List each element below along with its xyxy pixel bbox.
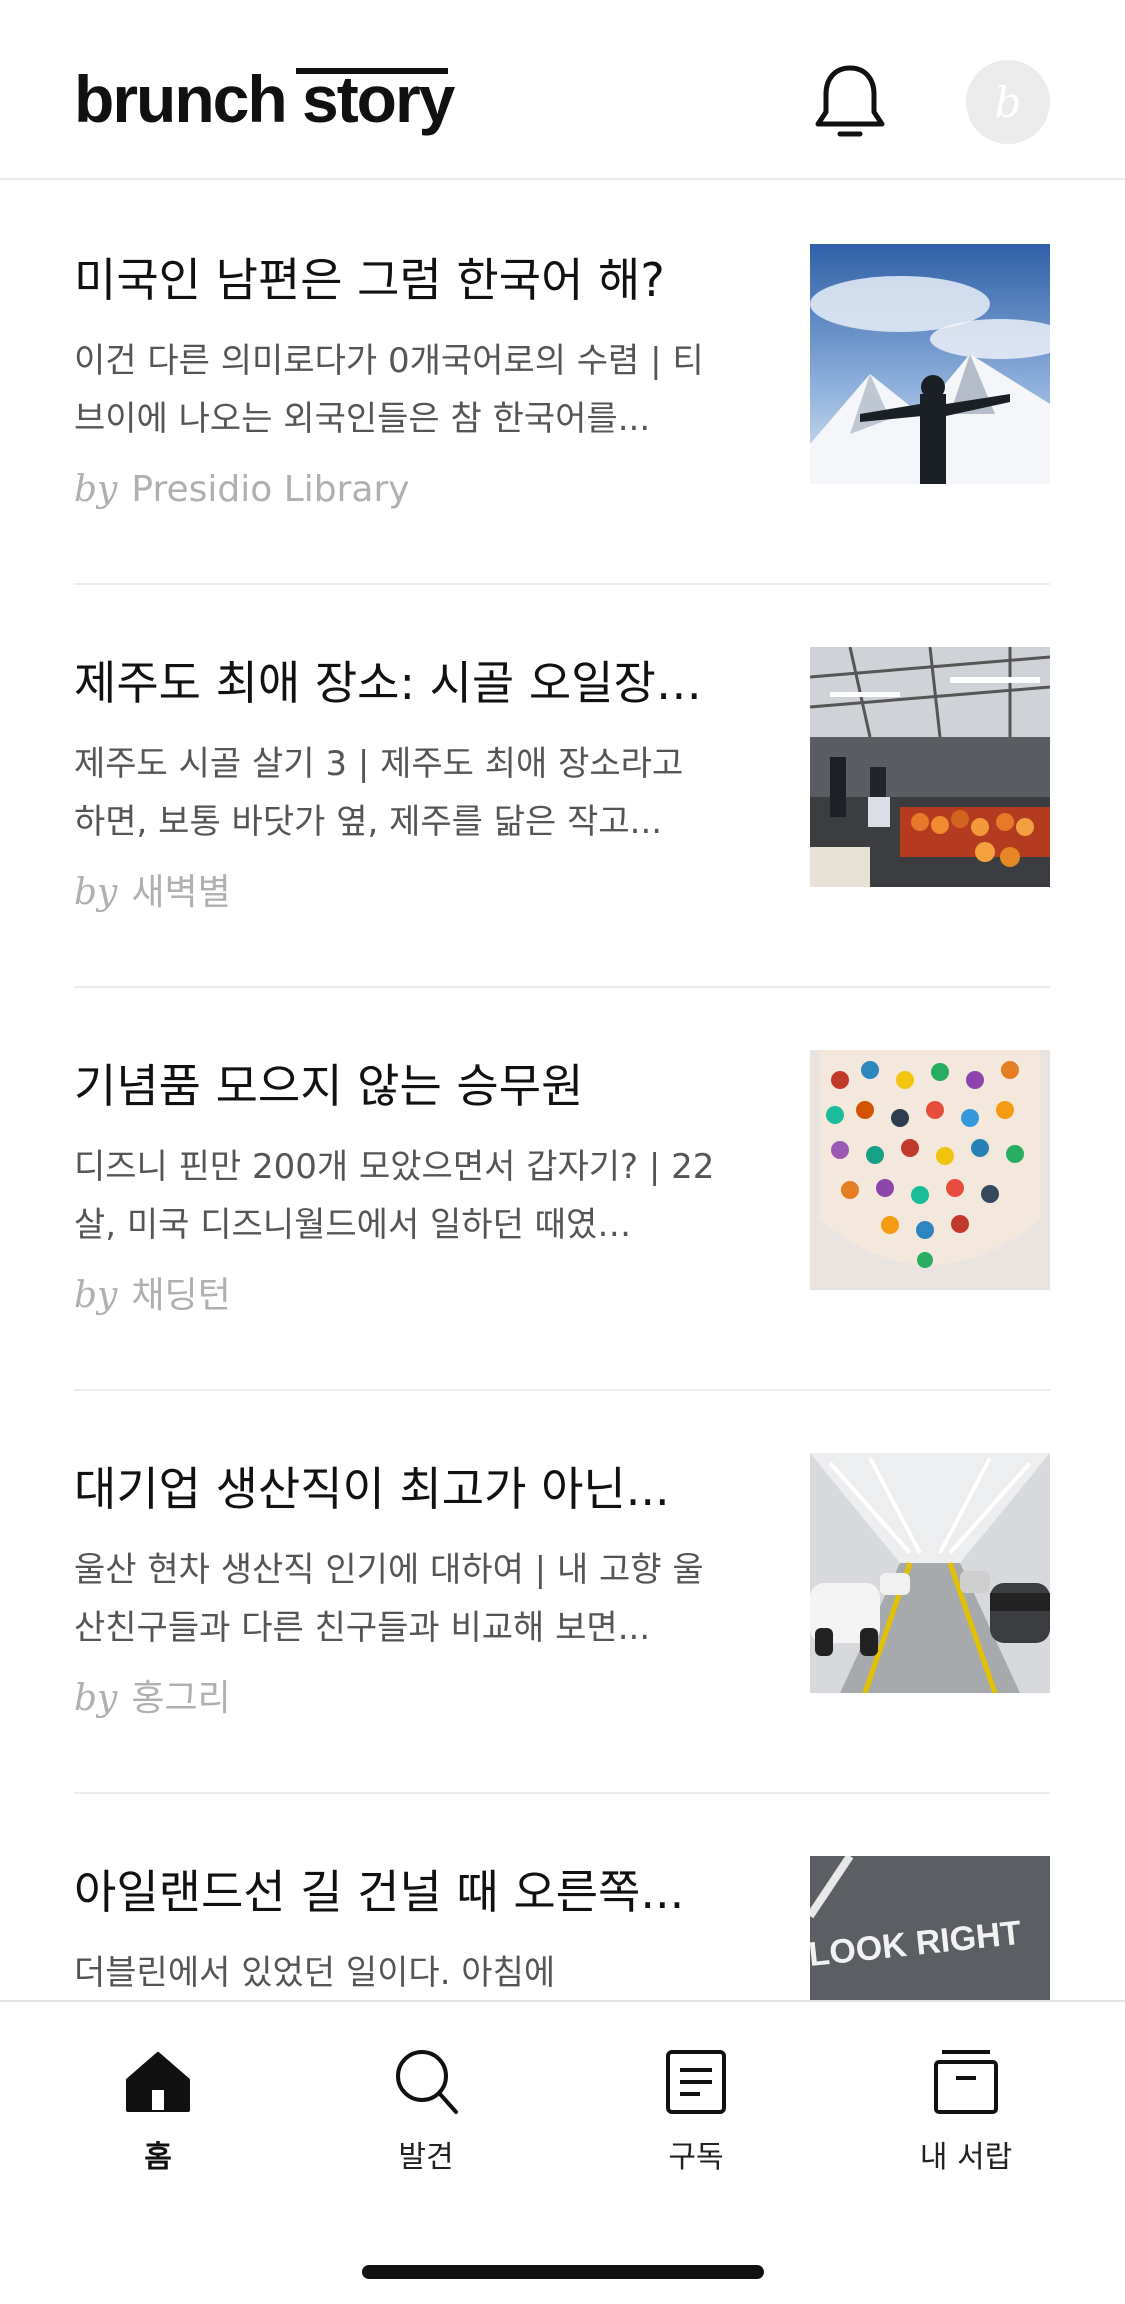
snowy-mountain-photo (810, 244, 1050, 484)
article-excerpt: 제주도 시골 살기 3 | 제주도 최애 장소라고 하면, 보통 바닷가 옆, … (74, 744, 684, 842)
drawer-icon (934, 2050, 998, 2114)
tab-label: 내 서랍 (919, 2140, 1013, 2175)
article-thumbnail[interactable] (810, 244, 1050, 484)
article-feed: 미국인 남편은 그럼 한국어 해? 이건 다른 의미로다가 0개국어로의 수렴 … (0, 182, 1125, 2002)
tab-discover[interactable]: 발견 (326, 2046, 526, 2176)
article-item[interactable]: 아일랜드선 길 건널 때 오른쪽... 더블린에서 있었던 일이다. 아침에 b… (74, 1794, 1050, 2002)
article-author[interactable]: 홍그리 (131, 1678, 230, 1719)
article-byline: by Presidio Library (74, 465, 410, 515)
home-indicator (362, 2265, 764, 2279)
article-title[interactable]: 기념품 모으지 않는 승무원 (74, 1056, 724, 1116)
article-item[interactable]: 제주도 최애 장소: 시골 오일장… 제주도 시골 살기 3 | 제주도 최애 … (74, 585, 1050, 988)
factory-photo (810, 1453, 1050, 1693)
article-excerpt: 울산 현차 생산직 인기에 대하여 | 내 고향 울산친구들과 다른 친구들과 … (74, 1550, 704, 1648)
pins-photo (810, 1050, 1050, 1290)
article-thumbnail[interactable] (810, 647, 1050, 887)
byline-by: by (74, 1678, 118, 1719)
article-excerpt: 더블린에서 있었던 일이다. 아침에 (74, 1953, 556, 1993)
article-item[interactable]: 대기업 생산직이 최고가 아닌... 울산 현차 생산직 인기에 대하여 | 내… (74, 1391, 1050, 1794)
bottom-tab-bar: 홈 발견 구독 내 서랍 (0, 2000, 1125, 2304)
byline-by: by (74, 872, 118, 913)
article-title[interactable]: 미국인 남편은 그럼 한국어 해? (74, 250, 724, 310)
tab-label: 구독 (668, 2140, 724, 2175)
byline-by: by (74, 1275, 118, 1316)
article-excerpt: 디즈니 핀만 200개 모았으면서 갑자기? | 22살, 미국 디즈니월드에서… (74, 1147, 715, 1245)
tab-my-drawer[interactable]: 내 서랍 (866, 2046, 1066, 2176)
subscription-icon (666, 2050, 726, 2114)
article-item[interactable]: 미국인 남편은 그럼 한국어 해? 이건 다른 의미로다가 0개국어로의 수렴 … (74, 182, 1050, 585)
article-author[interactable]: 채딩턴 (131, 1275, 230, 1316)
logo-underline (296, 68, 448, 74)
article-thumbnail[interactable]: LOOK RIGHT (810, 1856, 1050, 2002)
article-thumbnail[interactable] (810, 1453, 1050, 1693)
article-item[interactable]: 기념품 모으지 않는 승무원 디즈니 핀만 200개 모았으면서 갑자기? | … (74, 988, 1050, 1391)
profile-avatar[interactable]: b (966, 60, 1050, 144)
article-title[interactable]: 제주도 최애 장소: 시골 오일장… (74, 653, 724, 713)
search-icon (396, 2050, 458, 2114)
article-thumbnail[interactable] (810, 1050, 1050, 1290)
app-header: brunch story b (0, 0, 1125, 180)
brunch-story-logo[interactable]: brunch story (74, 66, 455, 132)
article-title[interactable]: 아일랜드선 길 건널 때 오른쪽... (74, 1862, 724, 1922)
article-author[interactable]: 새벽별 (131, 872, 230, 913)
article-byline: by 홍그리 (74, 1674, 231, 1724)
article-title[interactable]: 대기업 생산직이 최고가 아닌... (74, 1459, 724, 1519)
tab-label: 홈 (144, 2140, 172, 2175)
brunch-story-home: brunch story b 미국인 남편은 그럼 한국어 해? 이건 다른 의… (0, 0, 1125, 2304)
tab-label: 발견 (398, 2140, 454, 2175)
article-byline: by 새벽별 (74, 868, 231, 918)
tab-subscriptions[interactable]: 구독 (596, 2046, 796, 2176)
tab-home[interactable]: 홈 (58, 2046, 258, 2176)
article-byline: by 채딩턴 (74, 1271, 231, 1321)
article-author[interactable]: Presidio Library (131, 469, 409, 510)
bell-icon[interactable] (812, 62, 888, 142)
road-photo: LOOK RIGHT (810, 1856, 1050, 2002)
article-excerpt: 이건 다른 의미로다가 0개국어로의 수렴 | 티브이에 나오는 외국인들은 참… (74, 341, 704, 439)
market-photo (810, 647, 1050, 887)
byline-by: by (74, 469, 118, 510)
home-icon (126, 2052, 190, 2112)
